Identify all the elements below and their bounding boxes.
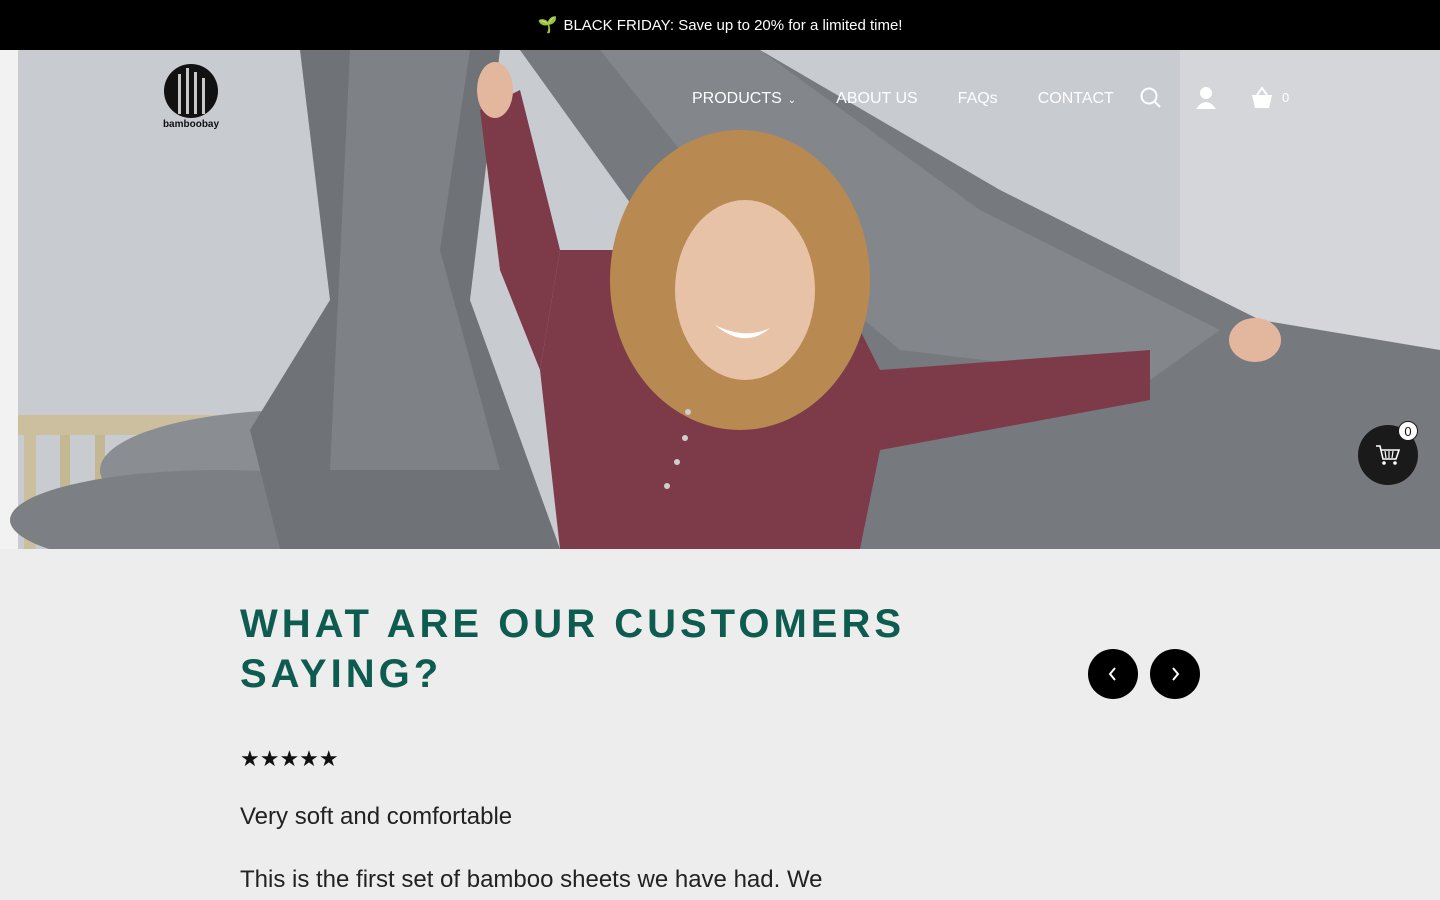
floating-cart-badge: 0 bbox=[1398, 421, 1418, 441]
cart-count: 0 bbox=[1282, 90, 1290, 105]
chevron-left-icon bbox=[1108, 667, 1116, 681]
nav-products[interactable]: PRODUCTS ⌄ bbox=[692, 90, 796, 108]
main-nav: PRODUCTS ⌄ ABOUT US FAQs CONTACT bbox=[692, 88, 1154, 110]
nav-products-label: PRODUCTS bbox=[692, 90, 782, 107]
reviews-section: WHAT ARE OUR CUSTOMERS SAYING? ★★★★★ Ver… bbox=[0, 549, 1440, 900]
prev-review-button[interactable] bbox=[1088, 649, 1138, 699]
chevron-down-icon: ⌄ bbox=[787, 95, 797, 106]
reviews-heading: WHAT ARE OUR CUSTOMERS SAYING? bbox=[240, 602, 906, 696]
nav-about-us[interactable]: ABOUT US bbox=[836, 90, 918, 108]
search-icon[interactable] bbox=[1140, 86, 1162, 114]
logo-text: bamboobay bbox=[162, 119, 220, 130]
review-title: Very soft and comfortable bbox=[240, 803, 513, 830]
shopping-cart-icon bbox=[1376, 445, 1401, 465]
review-stars: ★★★★★ bbox=[240, 747, 339, 772]
account-icon[interactable] bbox=[1196, 86, 1216, 114]
review-body: This is the first set of bamboo sheets w… bbox=[240, 866, 823, 893]
announcement-text: BLACK FRIDAY: Save up to 20% for a limit… bbox=[563, 16, 903, 34]
nav-contact[interactable]: CONTACT bbox=[1038, 90, 1114, 108]
bamboo-logo-icon bbox=[164, 64, 218, 118]
site-logo[interactable]: bamboobay bbox=[160, 64, 222, 134]
cart-icon[interactable] bbox=[1250, 86, 1274, 114]
chevron-right-icon bbox=[1172, 667, 1180, 681]
nav-faqs[interactable]: FAQs bbox=[958, 90, 998, 108]
announcement-bar: 🌱 BLACK FRIDAY: Save up to 20% for a lim… bbox=[0, 0, 1440, 50]
next-review-button[interactable] bbox=[1150, 649, 1200, 699]
sprout-icon: 🌱 bbox=[537, 17, 558, 34]
